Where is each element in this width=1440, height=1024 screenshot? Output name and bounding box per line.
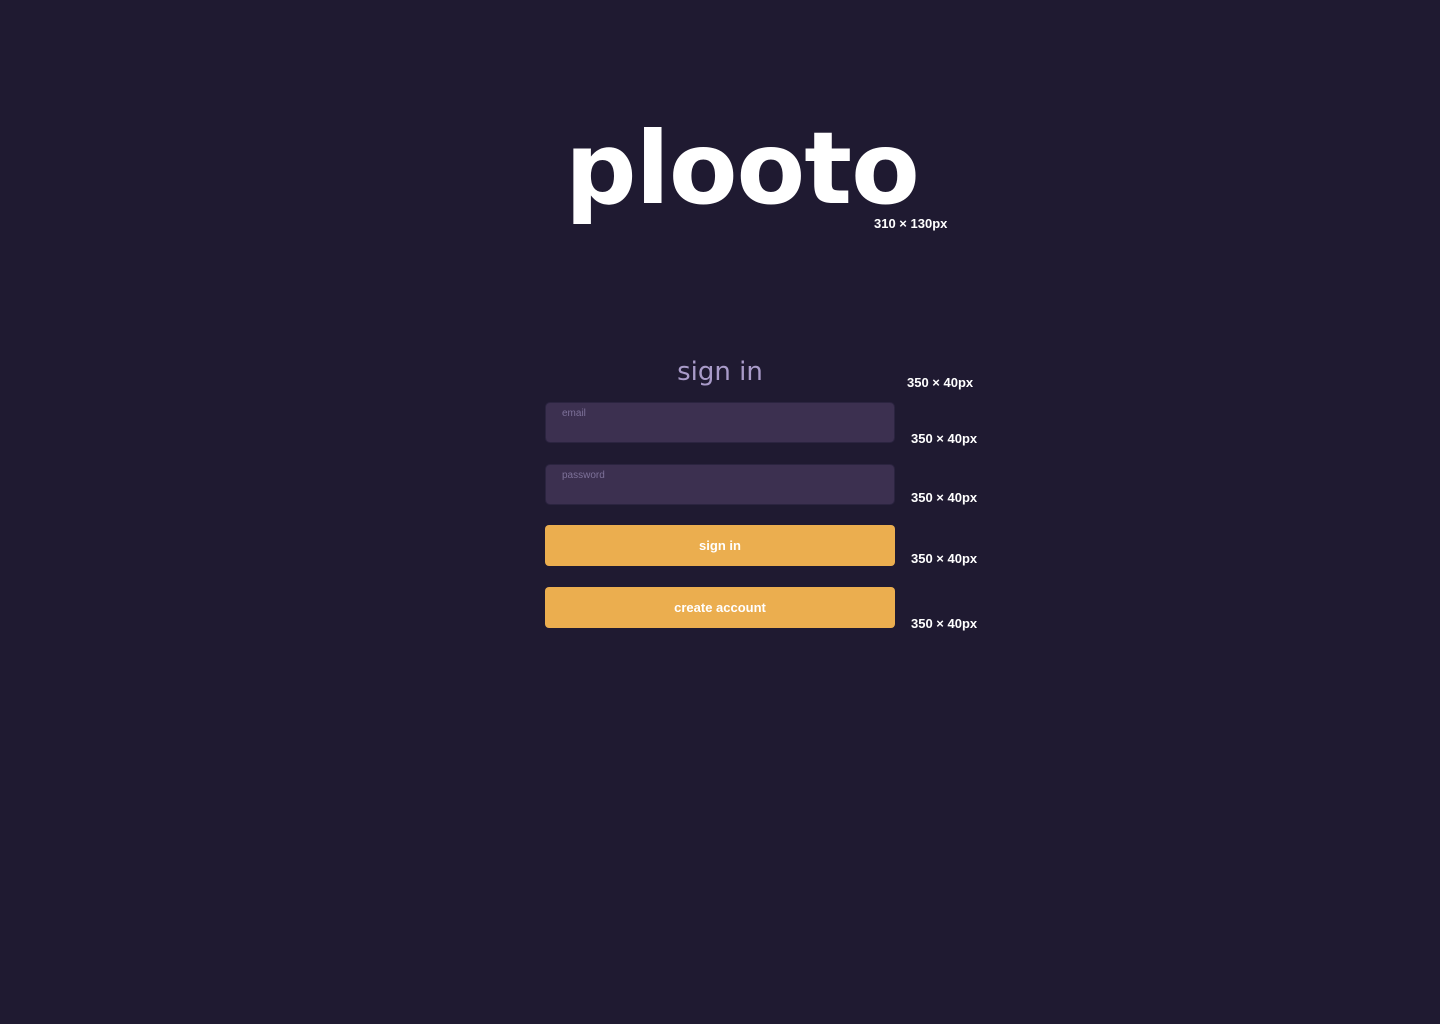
sign-in-heading: sign in — [677, 357, 763, 387]
sign-in-button[interactable]: sign in — [545, 525, 895, 566]
logo-wordmark: plooto — [565, 110, 920, 227]
create-account-button-dimension-label: 350 × 40px — [911, 616, 978, 631]
password-field — [545, 464, 895, 506]
create-account-button[interactable]: create account — [545, 587, 895, 628]
heading-dimension-label: 350 × 40px — [907, 375, 974, 390]
email-field — [545, 402, 895, 444]
sign-in-button-dimension-label: 350 × 40px — [911, 551, 978, 566]
password-input[interactable] — [546, 467, 894, 506]
password-dimension-label: 350 × 40px — [911, 490, 978, 505]
email-dimension-label: 350 × 40px — [911, 431, 978, 446]
logo-dimension-label: 310 × 130px — [874, 216, 948, 231]
email-input[interactable] — [546, 405, 894, 444]
